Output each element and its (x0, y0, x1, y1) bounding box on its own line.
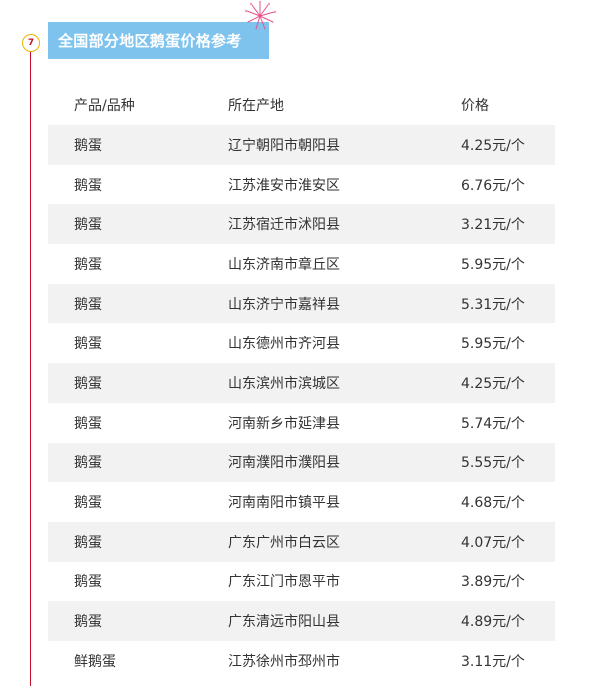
price-table: 产品/品种 所在产地 价格 鹅蛋 辽宁朝阳市朝阳县 4.25元/个 鹅蛋 江苏淮安市淮安… (48, 84, 555, 681)
cell-origin: 广东清远市阳山县 (228, 614, 340, 631)
cell-origin: 广东江门市恩平市 (228, 574, 340, 591)
cell-price: 5.95元/个 (461, 256, 525, 273)
cell-price: 5.31元/个 (461, 296, 525, 313)
cell-origin: 山东滨州市滨城区 (228, 375, 340, 392)
table-row: 鹅蛋 山东济南市章丘区 5.95元/个 (48, 244, 555, 284)
cell-product: 鹅蛋 (74, 375, 102, 392)
cell-price: 3.89元/个 (461, 574, 525, 591)
cell-product: 鹅蛋 (74, 137, 102, 154)
step-number-badge: 7 (22, 34, 40, 52)
cell-origin: 河南濮阳市濮阳县 (228, 455, 340, 472)
table-row: 鹅蛋 山东德州市齐河县 5.95元/个 (48, 323, 555, 363)
cell-price: 3.21元/个 (461, 217, 525, 234)
cell-origin: 山东济宁市嘉祥县 (228, 296, 340, 313)
cell-origin: 河南新乡市延津县 (228, 415, 340, 432)
firework-icon (244, 0, 277, 30)
table-row: 鹅蛋 辽宁朝阳市朝阳县 4.25元/个 (48, 125, 555, 165)
cell-product: 鹅蛋 (74, 177, 102, 194)
cell-product: 鹅蛋 (74, 217, 102, 234)
header-product: 产品/品种 (74, 97, 135, 114)
table-row: 鹅蛋 河南南阳市镇平县 4.68元/个 (48, 482, 555, 522)
timeline-line (30, 49, 31, 686)
cell-product: 鹅蛋 (74, 455, 102, 472)
cell-price: 3.11元/个 (461, 653, 525, 670)
cell-origin: 河南南阳市镇平县 (228, 495, 340, 512)
table-header-row: 产品/品种 所在产地 价格 (48, 84, 555, 125)
table-row: 鹅蛋 山东滨州市滨城区 4.25元/个 (48, 363, 555, 403)
cell-product: 鹅蛋 (74, 534, 102, 551)
cell-price: 4.25元/个 (461, 137, 525, 154)
table-row: 鹅蛋 江苏淮安市淮安区 6.76元/个 (48, 165, 555, 205)
cell-price: 5.74元/个 (461, 415, 525, 432)
cell-product: 鹅蛋 (74, 256, 102, 273)
cell-product: 鲜鹅蛋 (74, 653, 116, 670)
cell-price: 5.55元/个 (461, 455, 525, 472)
cell-product: 鹅蛋 (74, 415, 102, 432)
header-price: 价格 (461, 97, 489, 114)
cell-product: 鹅蛋 (74, 296, 102, 313)
table-body: 鹅蛋 辽宁朝阳市朝阳县 4.25元/个 鹅蛋 江苏淮安市淮安区 6.76元/个 鹅蛋 江苏宿迁… (48, 125, 555, 681)
table-row: 鹅蛋 河南新乡市延津县 5.74元/个 (48, 403, 555, 443)
table-row: 鹅蛋 江苏宿迁市沭阳县 3.21元/个 (48, 204, 555, 245)
table-row: 鹅蛋 广东清远市阳山县 4.89元/个 (48, 601, 555, 641)
table-row: 鹅蛋 河南濮阳市濮阳县 5.55元/个 (48, 442, 555, 483)
cell-product: 鹅蛋 (74, 495, 102, 512)
table-row: 鲜鹅蛋 江苏徐州市邳州市 3.11元/个 (48, 641, 555, 681)
cell-price: 5.95元/个 (461, 336, 525, 353)
cell-price: 4.25元/个 (461, 375, 525, 392)
cell-price: 4.07元/个 (461, 534, 525, 551)
cell-origin: 广东广州市白云区 (228, 534, 340, 551)
cell-origin: 江苏淮安市淮安区 (228, 177, 340, 194)
cell-price: 4.89元/个 (461, 614, 525, 631)
cell-price: 6.76元/个 (461, 177, 525, 194)
cell-origin: 山东德州市齐河县 (228, 336, 340, 353)
section-title: 全国部分地区鹅蛋价格参考 (58, 32, 242, 50)
header-origin: 所在产地 (228, 97, 284, 114)
cell-origin: 江苏徐州市邳州市 (228, 653, 340, 670)
table-row: 鹅蛋 广东广州市白云区 4.07元/个 (48, 521, 555, 562)
cell-product: 鹅蛋 (74, 614, 102, 631)
cell-product: 鹅蛋 (74, 574, 102, 591)
table-row: 鹅蛋 山东济宁市嘉祥县 5.31元/个 (48, 283, 555, 324)
table-row: 鹅蛋 广东江门市恩平市 3.89元/个 (48, 562, 555, 602)
cell-price: 4.68元/个 (461, 495, 525, 512)
cell-origin: 辽宁朝阳市朝阳县 (228, 137, 340, 154)
cell-product: 鹅蛋 (74, 336, 102, 353)
cell-origin: 山东济南市章丘区 (228, 256, 340, 273)
cell-origin: 江苏宿迁市沭阳县 (228, 217, 340, 234)
